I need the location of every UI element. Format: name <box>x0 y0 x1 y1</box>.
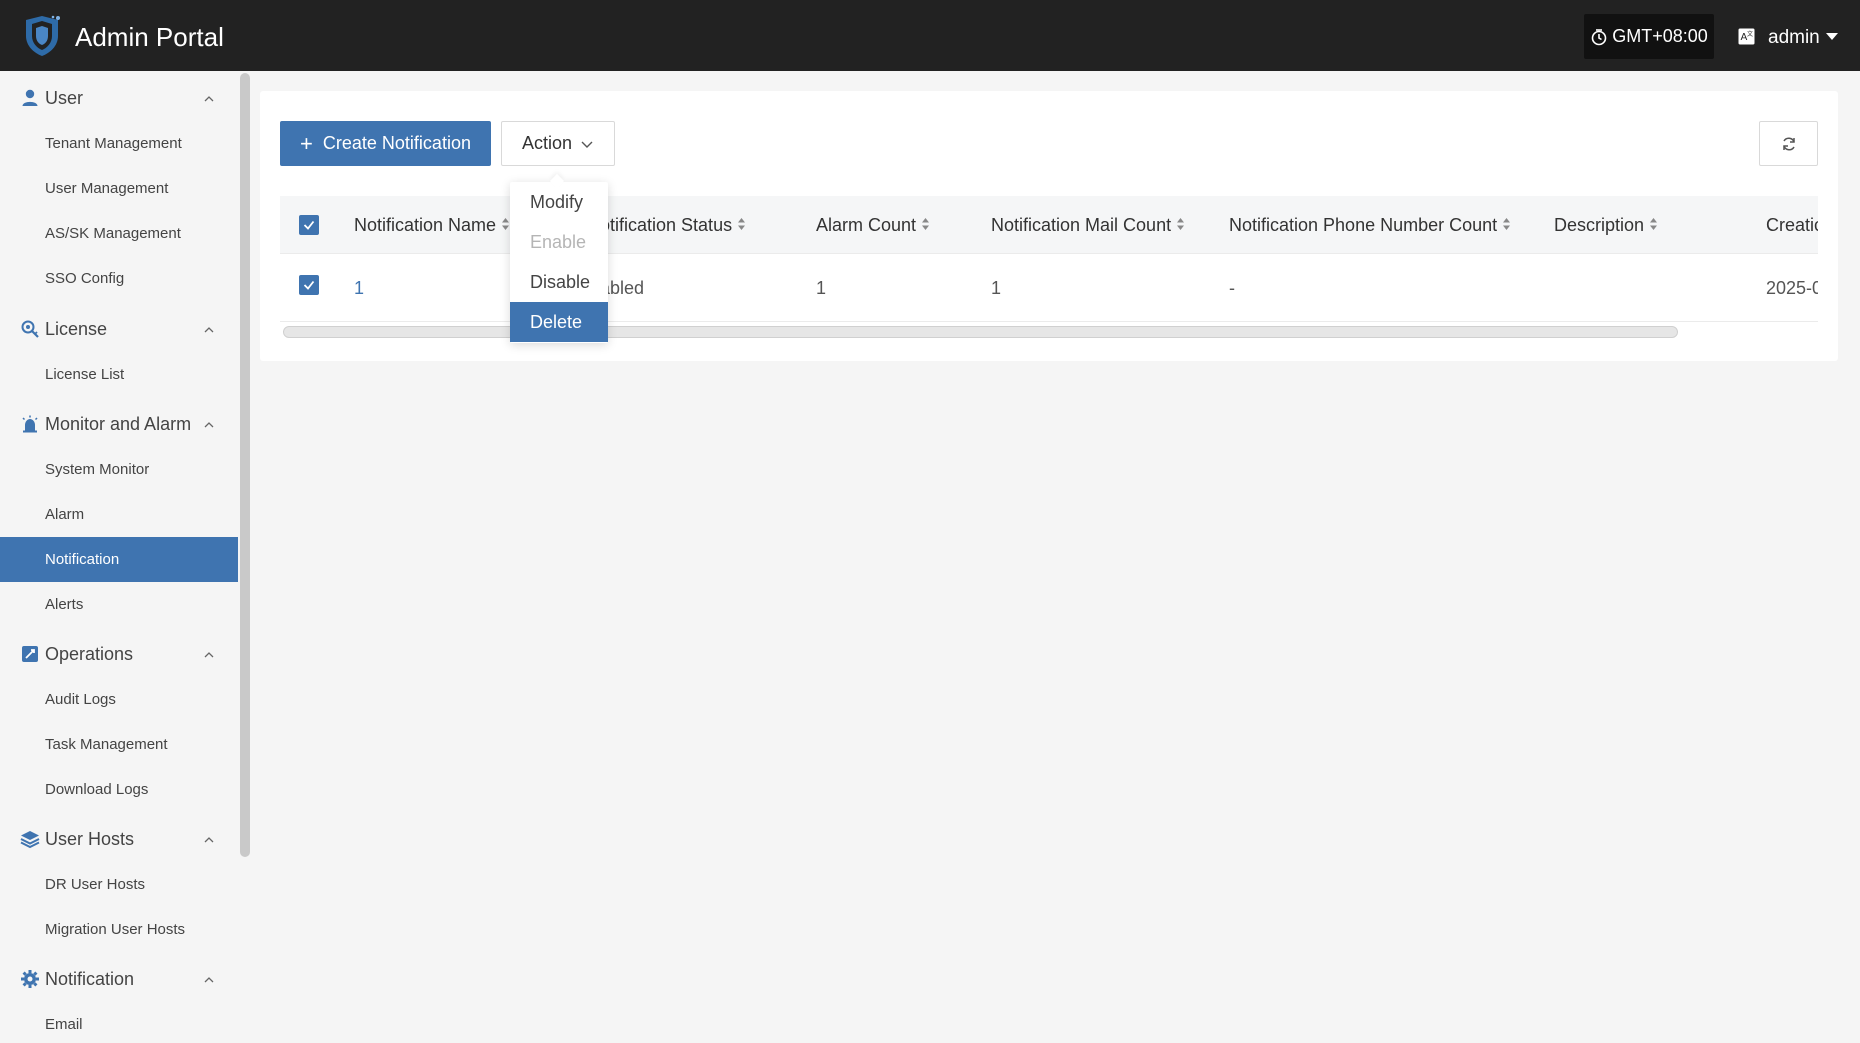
timezone-label: GMT+08:00 <box>1612 26 1708 46</box>
alarm-icon <box>22 415 38 433</box>
sort-icon[interactable] <box>737 217 746 231</box>
mail-count-cell: 1 <box>991 278 1002 298</box>
column-notification-mail-count[interactable]: Notification Mail Count <box>991 196 1185 254</box>
chevron-up-icon <box>204 96 214 102</box>
sidebar-scrollbar[interactable] <box>240 73 250 857</box>
language-icon[interactable]: A 文 <box>1738 28 1755 45</box>
license-icon <box>21 320 39 338</box>
sidebar-group-notification[interactable]: Notification <box>0 956 238 1002</box>
sidebar-item-dr-user-hosts[interactable]: DR User Hosts <box>0 862 238 907</box>
menu-item-disable[interactable]: Disable <box>510 262 608 302</box>
refresh-button[interactable] <box>1759 121 1818 166</box>
sort-icon[interactable] <box>501 217 510 231</box>
sidebar-item-email[interactable]: Email <box>0 1002 238 1043</box>
sidebar-item-assk-management[interactable]: AS/SK Management <box>0 211 238 256</box>
plus-icon: + <box>300 130 313 156</box>
chevron-up-icon <box>204 652 214 658</box>
clock-icon <box>1591 28 1607 45</box>
gear-icon <box>21 970 39 988</box>
sidebar-item-sso-config[interactable]: SSO Config <box>0 256 238 301</box>
table-horizontal-scrollbar[interactable] <box>283 326 1678 338</box>
column-notification-status[interactable]: otification Status <box>600 196 746 254</box>
sidebar-item-task-management[interactable]: Task Management <box>0 722 238 767</box>
sort-icon[interactable] <box>1502 217 1511 231</box>
action-label: Action <box>521 133 573 153</box>
sidebar: User Tenant Management User Management A… <box>0 71 238 1043</box>
sidebar-item-tenant-management[interactable]: Tenant Management <box>0 121 238 166</box>
operations-icon <box>22 646 38 662</box>
menu-item-delete[interactable]: Delete <box>510 302 608 342</box>
check-icon <box>303 280 315 290</box>
menu-item-modify[interactable]: Modify <box>510 182 608 222</box>
chevron-up-icon <box>204 837 214 843</box>
caret-down-icon[interactable] <box>1826 33 1838 40</box>
sidebar-item-migration-user-hosts[interactable]: Migration User Hosts <box>0 907 238 952</box>
phone-count-cell: - <box>1229 278 1235 298</box>
timezone-display[interactable]: GMT+08:00 <box>1584 14 1714 59</box>
sort-icon[interactable] <box>1649 217 1658 231</box>
sidebar-item-alarm[interactable]: Alarm <box>0 492 238 537</box>
sidebar-item-system-monitor[interactable]: System Monitor <box>0 447 238 492</box>
sidebar-item-download-logs[interactable]: Download Logs <box>0 767 238 812</box>
select-all-checkbox[interactable] <box>299 215 319 235</box>
sidebar-item-audit-logs[interactable]: Audit Logs <box>0 677 238 722</box>
chevron-up-icon <box>204 977 214 983</box>
column-alarm-count[interactable]: Alarm Count <box>816 196 930 254</box>
refresh-icon <box>1782 136 1795 151</box>
top-bar: Admin Portal GMT+08:00 A 文 admin <box>0 0 1860 71</box>
user-menu[interactable]: admin <box>1768 0 1820 71</box>
alarm-count-cell: 1 <box>816 278 827 298</box>
check-icon <box>303 220 315 230</box>
notification-name-link[interactable]: 1 <box>354 254 364 322</box>
creation-time-cell: 2025-0 <box>1766 278 1818 298</box>
sidebar-item-notification[interactable]: Notification <box>0 537 238 582</box>
menu-item-enable: Enable <box>530 232 587 252</box>
layers-icon <box>20 831 40 849</box>
sidebar-group-license[interactable]: License <box>0 306 238 352</box>
create-notification-button[interactable]: + Create Notification <box>280 121 491 166</box>
sidebar-group-operations[interactable]: Operations <box>0 631 238 677</box>
sidebar-group-user[interactable]: User <box>0 75 238 121</box>
sidebar-item-alerts[interactable]: Alerts <box>0 582 238 627</box>
chevron-up-icon <box>204 422 214 428</box>
action-dropdown-button[interactable]: Action <box>501 121 615 166</box>
user-icon <box>22 89 38 106</box>
column-notification-phone-count[interactable]: Notification Phone Number Count <box>1229 196 1511 254</box>
app-title: Admin Portal <box>75 22 224 52</box>
svg-text:文: 文 <box>1747 30 1753 38</box>
chevron-down-icon <box>581 141 593 148</box>
sidebar-group-user-hosts[interactable]: User Hosts <box>0 816 238 862</box>
action-menu: Modify Enable Disable Delete <box>510 182 608 343</box>
column-creation-time[interactable]: Creatic <box>1766 196 1818 254</box>
sidebar-item-license-list[interactable]: License List <box>0 352 238 397</box>
create-notification-label: Create Notification <box>322 133 471 153</box>
shield-logo-icon <box>26 15 60 56</box>
chevron-up-icon <box>204 327 214 333</box>
sort-icon[interactable] <box>921 217 930 231</box>
row-checkbox[interactable] <box>299 275 319 295</box>
sidebar-group-monitor-alarm[interactable]: Monitor and Alarm <box>0 401 238 447</box>
sort-icon[interactable] <box>1176 217 1185 231</box>
column-description[interactable]: Description <box>1554 196 1658 254</box>
sidebar-item-user-management[interactable]: User Management <box>0 166 238 211</box>
column-notification-name[interactable]: Notification Name <box>354 196 510 254</box>
